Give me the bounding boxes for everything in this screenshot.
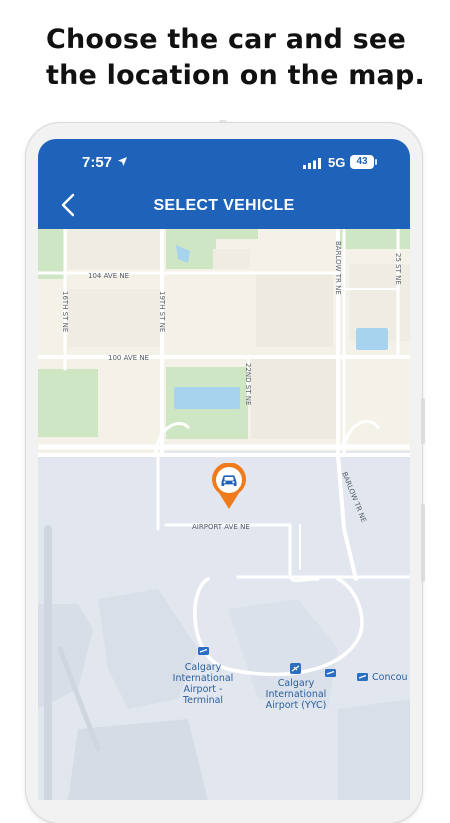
road-label-22nd-st: 22ND ST NE (244, 363, 252, 405)
headline-line-1: Choose the car and see (46, 24, 406, 55)
terminal-label-line-4: Terminal (182, 695, 223, 706)
road-label-16th-st: 16TH ST NE (61, 291, 69, 332)
battery-icon: 43 (350, 155, 374, 169)
road-label-barlow-top: BARLOW TR NE (334, 241, 342, 295)
airport-icon (357, 673, 368, 681)
road-label-airport-ave: AIRPORT AVE NE (192, 523, 250, 531)
vehicle-marker[interactable] (210, 463, 248, 511)
page-title: SELECT VEHICLE (153, 197, 295, 214)
road-label-100-ave: 100 AVE NE (108, 354, 149, 362)
app-header: 7:57 5G 43 SELECT VEHICLE (38, 139, 410, 229)
terminal-label-line-1: Calgary (185, 662, 222, 673)
status-time: 7:57 (82, 154, 113, 171)
phone-volume-button (421, 504, 425, 582)
map-view[interactable]: 104 AVE NE 100 AVE NE 16TH ST NE 19TH ST… (38, 229, 410, 800)
signal-icon (303, 158, 321, 169)
yyc-label-line-1: Calgary (278, 678, 315, 689)
phone-side-button (421, 398, 425, 444)
battery-tip (375, 159, 377, 165)
airport-icon (325, 669, 336, 677)
terminal-label-line-3: Airport - (184, 684, 223, 695)
phone-screen: 7:57 5G 43 SELECT VEHICLE 104 AVE NE 100… (38, 139, 410, 800)
headline-line-2: the location on the map. (46, 60, 425, 91)
airport-icon (198, 647, 209, 655)
yyc-label-line-2: International (266, 689, 327, 700)
road-label-25-st: 25 ST NE (394, 253, 402, 285)
road-label-104-ave: 104 AVE NE (88, 272, 129, 280)
terminal-label-line-2: International (173, 673, 234, 684)
airport-icon (290, 663, 301, 674)
battery-level: 43 (356, 156, 368, 167)
network-type: 5G (328, 155, 346, 170)
yyc-label-line-3: Airport (YYC) (266, 700, 327, 711)
airport-place-secondary (325, 669, 336, 677)
headline: Choose the car and see the location on t… (46, 22, 436, 94)
concourse-label: Concou (372, 672, 408, 683)
road-label-19th-st: 19TH ST NE (158, 291, 166, 332)
location-arrow-icon (118, 157, 127, 166)
